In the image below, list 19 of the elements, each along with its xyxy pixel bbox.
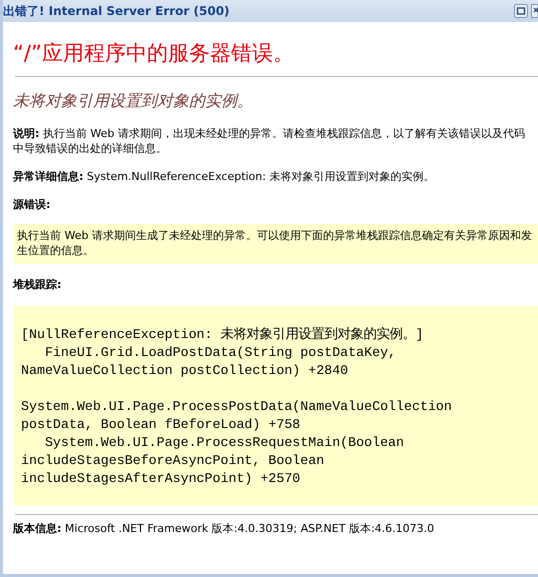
description-text: 说明: 执行当前 Web 请求期间，出现未经处理的异常。请检查堆栈跟踪信息，以了解有关该错误以及代码中导致错误的出处的详细信息。 — [13, 126, 526, 156]
version-info-text: 版本信息: Microsoft .NET Framework 版本:4.0.30319; ASP.NET 版本:4.6.1073.0 — [13, 521, 436, 536]
close-icon[interactable] — [531, 4, 538, 18]
error-subtitle: 未将对象引用设置到对象的实例。 — [13, 90, 254, 112]
window-title: 出错了! Internal Server Error (500) — [3, 2, 230, 20]
stack-trace-line: System.Web.UI.Page.ProcessRequestMain(Boolean — [44, 434, 406, 452]
stack-trace-line: System.Web.UI.Page.ProcessPostData(NameValueCollection — [21, 398, 453, 416]
source-error-text: 执行当前 Web 请求期间生成了未经处理的异常。可以使用下面的异常堆栈跟踪信息确定有关异常原因和发生位置的信息。 — [17, 228, 533, 258]
stack-trace-line: postData, Boolean fBeforeLoad) +758 — [21, 416, 302, 434]
maximize-icon[interactable] — [514, 4, 528, 18]
stack-trace-line: NameValueCollection postCollection) +2840 — [21, 362, 350, 380]
exception-details-text: 异常详细信息: System.NullReferenceException: 未将对象引用设置到对象的实例。 — [13, 169, 436, 184]
stack-trace-line: includeStagesAfterAsyncPoint) +2570 — [21, 470, 302, 488]
stack-trace-line: [NullReferenceException: 未将对象引用设置到对象的实例。] — [21, 326, 424, 344]
stack-trace-line: includeStagesBeforeAsyncPoint, Boolean — [21, 452, 326, 470]
error-heading: “/”应用程序中的服务器错误。 — [13, 40, 295, 67]
stack-trace-line: FineUI.Grid.LoadPostData(String postDataKey, — [44, 344, 398, 362]
source-error-heading: 源错误: — [13, 197, 52, 212]
stack-trace-heading: 堆栈跟踪: — [13, 277, 62, 292]
